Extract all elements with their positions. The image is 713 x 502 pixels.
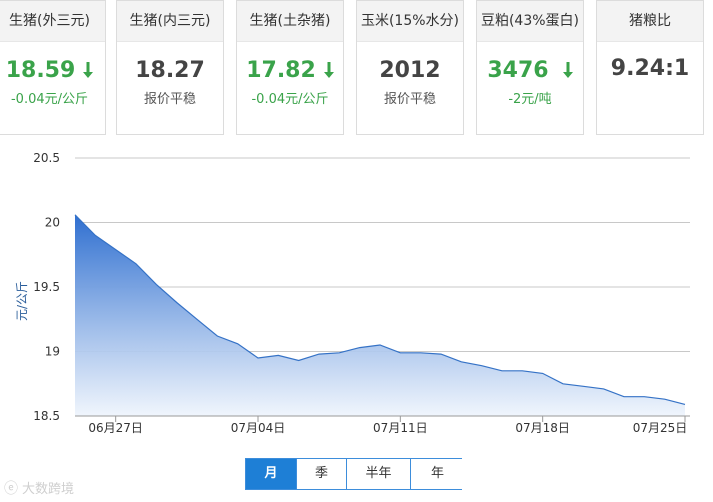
area-series <box>74 214 686 416</box>
tab-year[interactable]: 年 <box>411 459 464 489</box>
x-tick-label: 06月27日 <box>88 421 143 435</box>
y-tick-label: 19 <box>45 345 60 359</box>
card-title: 猪粮比 <box>597 1 703 42</box>
watermark: ⓔ 大数跨境 <box>4 481 75 497</box>
y-tick-label: 18.5 <box>33 409 60 423</box>
card-title: 生猪(内三元) <box>117 1 223 42</box>
area-chart: 20.5 20 19.5 19 18.5 06月27日 07月04日 07月11日 07月18… <box>15 151 690 435</box>
card-value: 9.24:1 <box>610 56 690 81</box>
tab-half-year[interactable]: 半年 <box>347 459 411 489</box>
card-pig-native[interactable]: 生猪(土杂猪) 17.82 -0.04元/公斤 <box>236 0 344 135</box>
card-title: 生猪(土杂猪) <box>237 1 343 42</box>
x-tick-label: 07月18日 <box>515 421 570 435</box>
period-tabs: 月 季 半年 年 <box>245 458 464 490</box>
card-change: -0.04元/公斤 <box>10 92 89 107</box>
card-pig-grain-ratio[interactable]: 猪粮比 9.24:1 <box>596 0 704 135</box>
card-value: 2012 <box>379 58 441 83</box>
card-value: 18.27 <box>135 58 205 83</box>
card-title: 玉米(15%水分) <box>357 1 463 42</box>
card-pig-inner[interactable]: 生猪(内三元) 18.27 报价平稳 <box>116 0 224 135</box>
watermark-logo-icon: ⓔ <box>4 481 18 497</box>
arrow-down-icon <box>83 62 94 78</box>
card-pig-outer[interactable]: 生猪(外三元) 18.59 -0.04元/公斤 <box>0 0 106 135</box>
y-tick-label: 20.5 <box>33 151 60 165</box>
x-tick-label: 07月04日 <box>231 421 286 435</box>
y-tick-label: 19.5 <box>33 280 60 294</box>
y-axis: 20.5 20 19.5 19 18.5 <box>33 151 60 423</box>
arrow-down-icon <box>323 62 334 78</box>
tab-quarter[interactable]: 季 <box>297 459 347 489</box>
card-value: 18.59 <box>0 56 105 86</box>
card-value: 3476 <box>477 56 583 86</box>
arrow-down-icon <box>562 62 573 78</box>
price-chart: 20.5 20 19.5 19 18.5 06月27日 07月04日 07月11日 07月18… <box>0 146 713 446</box>
y-tick-label: 20 <box>45 216 60 230</box>
x-axis: 06月27日 07月04日 07月11日 07月18日 07月25日 <box>75 415 690 435</box>
card-corn[interactable]: 玉米(15%水分) 2012 报价平稳 <box>356 0 464 135</box>
card-value: 17.82 <box>237 56 343 86</box>
tab-month[interactable]: 月 <box>246 459 297 489</box>
price-cards: 生猪(外三元) 18.59 -0.04元/公斤 生猪(内三元) 18.27 报价… <box>0 0 713 146</box>
card-change: 报价平稳 <box>143 92 196 107</box>
card-change: -0.04元/公斤 <box>251 92 329 107</box>
card-change: -2元/吨 <box>508 92 552 107</box>
card-title: 豆粕(43%蛋白) <box>477 1 583 42</box>
y-axis-label: 元/公斤 <box>15 281 29 321</box>
card-title: 生猪(外三元) <box>0 1 105 42</box>
area-fill <box>75 214 685 416</box>
x-tick-label: 07月11日 <box>373 421 428 435</box>
x-tick-label: 07月25日 <box>633 421 688 435</box>
card-soymeal[interactable]: 豆粕(43%蛋白) 3476 -2元/吨 <box>476 0 584 135</box>
card-change: 报价平稳 <box>383 92 436 107</box>
